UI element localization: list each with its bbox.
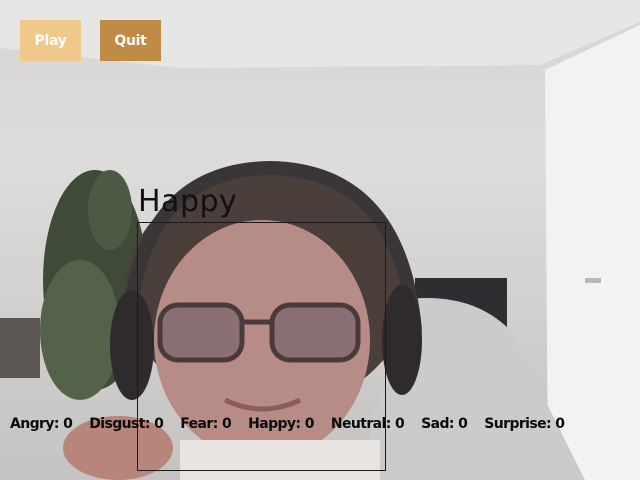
play-button[interactable]: Play <box>20 20 81 61</box>
count-neutral: Neutral: 0 <box>330 416 405 432</box>
count-happy: Happy: 0 <box>248 416 314 432</box>
count-fear: Fear: 0 <box>180 416 232 432</box>
quit-button[interactable]: Quit <box>100 20 161 61</box>
count-surprise: Surprise: 0 <box>484 416 565 432</box>
emotion-counts-bar: Angry: 0 Disgust: 0 Fear: 0 Happy: 0 Neu… <box>10 416 581 432</box>
face-detection-box <box>137 222 386 471</box>
count-disgust: Disgust: 0 <box>89 416 164 432</box>
count-angry: Angry: 0 <box>10 416 73 432</box>
count-sad: Sad: 0 <box>421 416 468 432</box>
detected-emotion-label: Happy <box>138 184 238 219</box>
